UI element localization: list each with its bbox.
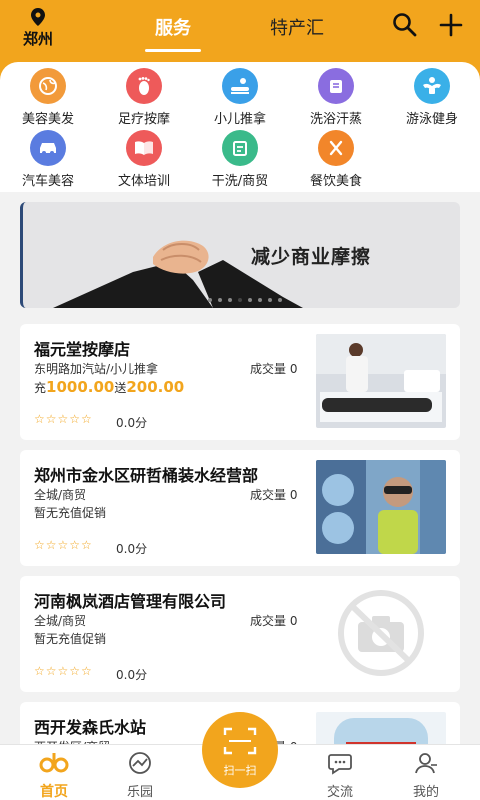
category-car-care[interactable]: 汽车美容 xyxy=(0,130,96,189)
laundry-icon xyxy=(222,130,258,166)
rating-score: 0.0分 xyxy=(116,416,148,430)
category-label: 游泳健身 xyxy=(405,112,458,127)
carousel-dot[interactable] xyxy=(278,298,282,302)
recharge-promo: 充1000.00送200.00 xyxy=(34,378,185,396)
car-icon xyxy=(30,130,66,166)
store-card[interactable]: 河南枫岚酒店管理有限公司 全城/商贸 成交量 0 暂无充值促销 ☆☆☆☆☆ 0.… xyxy=(20,576,460,692)
scan-label: 扫一扫 xyxy=(223,764,257,777)
category-label: 洗浴汗蒸 xyxy=(309,112,362,127)
store-name: 西开发森氏水站 xyxy=(34,718,147,737)
rating-stars: ☆☆☆☆☆ xyxy=(34,412,93,426)
massage-icon xyxy=(222,68,258,104)
foot-icon xyxy=(126,68,162,104)
tab-home[interactable]: 首页 xyxy=(24,751,84,800)
store-card[interactable]: 福元堂按摩店 东明路加汽站/小儿推拿 成交量 0 充1000.00送200.00… xyxy=(20,324,460,440)
category-label: 干洗/商贸 xyxy=(211,174,269,189)
category-grid: 美容美发 足疗按摩 小儿推拿 洗浴汗蒸 游泳健身 汽车美容 文体培训 干洗/商贸… xyxy=(0,62,480,192)
book-icon xyxy=(126,130,162,166)
store-name: 郑州市金水区研哲桶装水经营部 xyxy=(34,466,259,485)
location-pin-icon xyxy=(31,8,45,26)
rating-stars: ☆☆☆☆☆ xyxy=(34,664,93,678)
globe-icon xyxy=(30,68,66,104)
location-selector[interactable]: 郑州 xyxy=(18,8,58,49)
category-label: 美容美发 xyxy=(21,112,74,127)
store-address: 全城/商贸 xyxy=(34,488,87,502)
category-foot-massage[interactable]: 足疗按摩 xyxy=(96,68,192,127)
tab-label: 交流 xyxy=(326,785,353,800)
category-label: 餐饮美食 xyxy=(309,174,362,189)
store-thumbnail[interactable] xyxy=(316,334,446,428)
tab-profile[interactable]: 我的 xyxy=(396,751,456,800)
category-label: 汽车美容 xyxy=(21,174,74,189)
scan-icon xyxy=(223,727,257,755)
bath-icon xyxy=(318,68,354,104)
category-label: 足疗按摩 xyxy=(117,112,170,127)
rating-score: 0.0分 xyxy=(116,668,148,682)
chat-icon xyxy=(328,754,352,775)
profile-icon xyxy=(415,753,437,774)
tab-specialties[interactable]: 特产汇 xyxy=(270,14,324,40)
no-photo-icon xyxy=(316,586,446,680)
search-icon[interactable] xyxy=(392,12,418,38)
scan-button[interactable]: 扫一扫 xyxy=(202,712,278,788)
category-bath-sauna[interactable]: 洗浴汗蒸 xyxy=(288,68,384,127)
carousel-dot[interactable] xyxy=(248,298,252,302)
tab-label: 首页 xyxy=(40,784,68,800)
city-label: 郑州 xyxy=(22,30,53,48)
add-icon[interactable] xyxy=(438,12,464,38)
fitness-icon xyxy=(414,68,450,104)
home-icon xyxy=(39,753,69,773)
store-address: 全城/商贸 xyxy=(34,614,87,628)
store-thumbnail[interactable] xyxy=(316,460,446,554)
carousel-dot[interactable] xyxy=(228,298,232,302)
promo-banner[interactable]: 减少商业摩擦 xyxy=(20,202,460,308)
store-name: 福元堂按摩店 xyxy=(34,340,131,359)
tab-park[interactable]: 乐园 xyxy=(110,751,170,800)
tab-chat[interactable]: 交流 xyxy=(310,751,370,800)
carousel-dot[interactable] xyxy=(208,298,212,302)
category-label: 文体培训 xyxy=(117,174,170,189)
dining-icon xyxy=(318,130,354,166)
category-label: 小儿推拿 xyxy=(213,112,266,127)
category-laundry-trade[interactable]: 干洗/商贸 xyxy=(192,130,288,189)
tab-services[interactable]: 服务 xyxy=(145,14,201,52)
deal-count: 成交量 0 xyxy=(250,488,298,502)
recharge-promo: 暂无充值促销 xyxy=(34,632,107,646)
carousel-dot[interactable] xyxy=(218,298,222,302)
store-card[interactable]: 郑州市金水区研哲桶装水经营部 全城/商贸 成交量 0 暂无充值促销 ☆☆☆☆☆ … xyxy=(20,450,460,566)
banner-text: 减少商业摩擦 xyxy=(251,246,372,268)
category-child-massage[interactable]: 小儿推拿 xyxy=(192,68,288,127)
carousel-dot-active[interactable] xyxy=(238,298,242,302)
carousel-dot[interactable] xyxy=(268,298,272,302)
store-thumbnail[interactable] xyxy=(316,586,446,680)
park-icon xyxy=(129,752,151,774)
rating-score: 0.0分 xyxy=(116,542,148,556)
tab-label: 乐园 xyxy=(126,785,153,800)
category-dining[interactable]: 餐饮美食 xyxy=(288,130,384,189)
tab-label: 我的 xyxy=(412,785,439,800)
category-education[interactable]: 文体培训 xyxy=(96,130,192,189)
massage-photo xyxy=(316,334,446,428)
deal-count: 成交量 0 xyxy=(250,614,298,628)
store-address: 东明路加汽站/小儿推拿 xyxy=(34,362,159,376)
deal-count: 成交量 0 xyxy=(250,362,298,376)
category-beauty[interactable]: 美容美发 xyxy=(0,68,96,127)
child-water-photo xyxy=(316,460,446,554)
category-swim-fitness[interactable]: 游泳健身 xyxy=(384,68,480,127)
store-name: 河南枫岚酒店管理有限公司 xyxy=(34,592,227,611)
rating-stars: ☆☆☆☆☆ xyxy=(34,538,93,552)
recharge-promo: 暂无充值促销 xyxy=(34,506,107,520)
carousel-dot[interactable] xyxy=(258,298,262,302)
carousel-indicator xyxy=(208,298,282,302)
